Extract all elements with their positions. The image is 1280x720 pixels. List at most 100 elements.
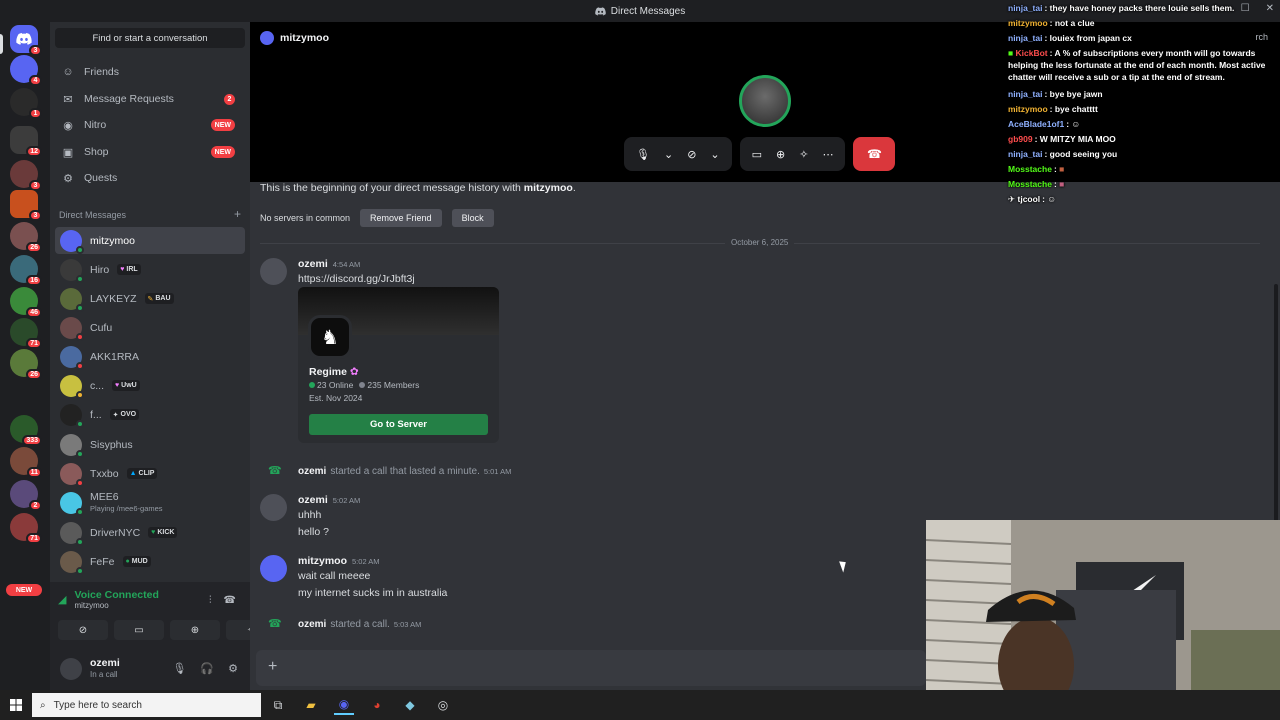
block-button[interactable]: Block <box>451 209 494 227</box>
dm-name: LAYKEYZ <box>90 292 137 305</box>
screen-share-icon[interactable]: ▭ <box>752 148 762 161</box>
chevron-down-icon[interactable]: ⌄ <box>710 148 719 161</box>
camera-off-icon[interactable]: ⊘ <box>687 148 696 161</box>
add-attachment-icon[interactable]: + <box>268 658 277 676</box>
dm-item[interactable]: DriverNYC ♥ KICK <box>55 519 245 546</box>
server-icon[interactable]: 71 <box>10 318 42 349</box>
shop-icon: ▣ <box>62 146 74 159</box>
windows-start-icon[interactable] <box>10 699 22 711</box>
chat-line: ninja_tai: good seeing you <box>1008 148 1276 160</box>
server-icon[interactable]: 11 <box>10 447 42 478</box>
server-icon[interactable]: 16 <box>10 255 42 286</box>
chat-user: Mosstache <box>1008 179 1052 189</box>
more-icon[interactable]: ⋯ <box>822 148 833 161</box>
chat-line: Mosstache: ■ <box>1008 178 1276 190</box>
voice-status[interactable]: Voice Connected <box>74 589 158 601</box>
voice-channel[interactable]: mitzymoo <box>74 601 158 610</box>
soundboard-icon[interactable]: ✧ <box>799 148 808 161</box>
dm-item[interactable]: LAYKEYZ ✎ BAU <box>55 285 245 312</box>
mic-control[interactable]: 🎙 ⌄ ⊘ ⌄ <box>624 137 732 171</box>
server-icon[interactable]: 2 <box>10 480 42 511</box>
settings-icon[interactable]: ⚙ <box>228 662 238 675</box>
discord-taskbar-icon[interactable]: ◉ <box>334 695 354 715</box>
server-icon[interactable]: 12 <box>10 126 42 157</box>
camera-off-button[interactable]: ⊘ <box>58 620 108 640</box>
nav-nitro[interactable]: ◉ Nitro NEW <box>55 113 245 137</box>
nav-label: Quests <box>84 172 118 184</box>
message-author[interactable]: ozemi <box>298 619 326 630</box>
message-author[interactable]: ozemi <box>298 494 328 506</box>
dm-item[interactable]: c... ♥ UwU <box>55 372 245 399</box>
dm-item[interactable]: mitzymoo <box>55 227 245 254</box>
window-title: Direct Messages <box>610 5 686 17</box>
friends-icon: ☺ <box>62 66 74 78</box>
gamepad-icon[interactable]: ⊕ <box>776 148 785 161</box>
disconnect-icon[interactable]: ☎ <box>224 595 236 606</box>
intro-text: This is the beginning of your direct mes… <box>260 182 524 194</box>
message-author[interactable]: ozemi <box>298 466 326 477</box>
dm-item[interactable]: Sisyphus <box>55 431 245 458</box>
avatar[interactable] <box>60 658 82 680</box>
unread-badge: 333 <box>22 435 42 446</box>
obs-icon[interactable]: ◎ <box>433 695 453 715</box>
remove-friend-button[interactable]: Remove Friend <box>360 209 442 227</box>
phone-icon: ☎ <box>268 465 282 477</box>
dm-header-label: Direct Messages <box>59 210 127 220</box>
microphone-icon[interactable]: 🎙 <box>636 148 650 161</box>
dm-item[interactable]: f... ✦ OVO <box>55 401 245 428</box>
server-icon[interactable]: 46 <box>10 287 42 318</box>
noise-suppression-icon[interactable]: ⫶ <box>209 595 212 606</box>
nav-shop[interactable]: ▣ Shop NEW <box>55 140 245 164</box>
nav-friends[interactable]: ☺ Friends <box>55 60 245 84</box>
dm-item[interactable]: FeFe ● MUD <box>55 548 245 575</box>
app-icon[interactable]: ◆ <box>400 695 420 715</box>
unread-badge: 12 <box>26 146 42 157</box>
dm-name: mitzymoo <box>90 234 135 247</box>
server-icon[interactable]: 1 <box>10 88 42 119</box>
activity-button[interactable]: ⊕ <box>170 620 220 640</box>
chrome-icon[interactable]: ◕ <box>367 695 387 715</box>
avatar <box>60 287 84 312</box>
server-icon[interactable]: 4 <box>10 55 42 86</box>
find-conversation-button[interactable]: Find or start a conversation <box>55 28 245 48</box>
dm-item[interactable]: Txxbo ▲ CLIP <box>55 460 245 487</box>
server-icon[interactable]: 3 <box>10 160 42 191</box>
chat-text: : not a clue <box>1049 18 1095 28</box>
chevron-down-icon[interactable]: ⌄ <box>664 148 673 161</box>
chat-line: ninja_tai: bye bye jawn <box>1008 88 1276 100</box>
file-explorer-icon[interactable]: ▰ <box>301 695 321 715</box>
message-composer[interactable]: + <box>256 650 926 686</box>
message-author[interactable]: ozemi <box>298 258 328 270</box>
home-button[interactable]: 3 <box>10 25 42 56</box>
screen-share-button[interactable]: ▭ <box>114 620 164 640</box>
avatar[interactable] <box>260 258 287 285</box>
invite-link[interactable]: https://discord.gg/JrJbft3j <box>298 273 415 285</box>
dm-item[interactable]: MEE6 Playing /mee6-games <box>55 489 245 516</box>
server-icon[interactable]: 333 <box>10 415 42 446</box>
server-icon[interactable]: 3 <box>10 190 42 221</box>
microphone-icon[interactable]: 🎙 <box>172 662 186 675</box>
message-author[interactable]: mitzymoo <box>298 555 347 567</box>
dm-item[interactable]: Cufu <box>55 314 245 341</box>
nav-quests[interactable]: ⚙ Quests <box>55 166 245 190</box>
avatar[interactable] <box>260 555 287 582</box>
unread-badge: 26 <box>26 242 42 253</box>
server-icon[interactable]: 26 <box>10 222 42 253</box>
avatar[interactable] <box>260 494 287 521</box>
dm-item[interactable]: Hiro ♥ IRL <box>55 256 245 283</box>
taskbar-search[interactable]: ⌕ Type here to search <box>32 693 261 717</box>
task-view-icon[interactable]: ⧉ <box>268 695 288 715</box>
nav-message-requests[interactable]: ✉ Message Requests 2 <box>55 87 245 111</box>
dm-item[interactable]: AKK1RRA <box>55 343 245 370</box>
intro-name: mitzymoo <box>523 182 573 194</box>
create-dm-icon[interactable]: + <box>234 208 241 220</box>
server-icon[interactable]: 71 <box>10 513 42 544</box>
gamepad-icon: ⊕ <box>190 624 200 636</box>
server-icon[interactable]: 26 <box>10 349 42 380</box>
end-call-button[interactable]: ☎ <box>853 137 896 171</box>
go-to-server-button[interactable]: Go to Server <box>309 414 488 435</box>
dm-name: c... <box>90 379 105 392</box>
participant-avatar[interactable] <box>739 75 791 127</box>
camera-off-icon: ⊘ <box>78 624 88 636</box>
headphones-icon[interactable]: 🎧 <box>200 662 214 675</box>
